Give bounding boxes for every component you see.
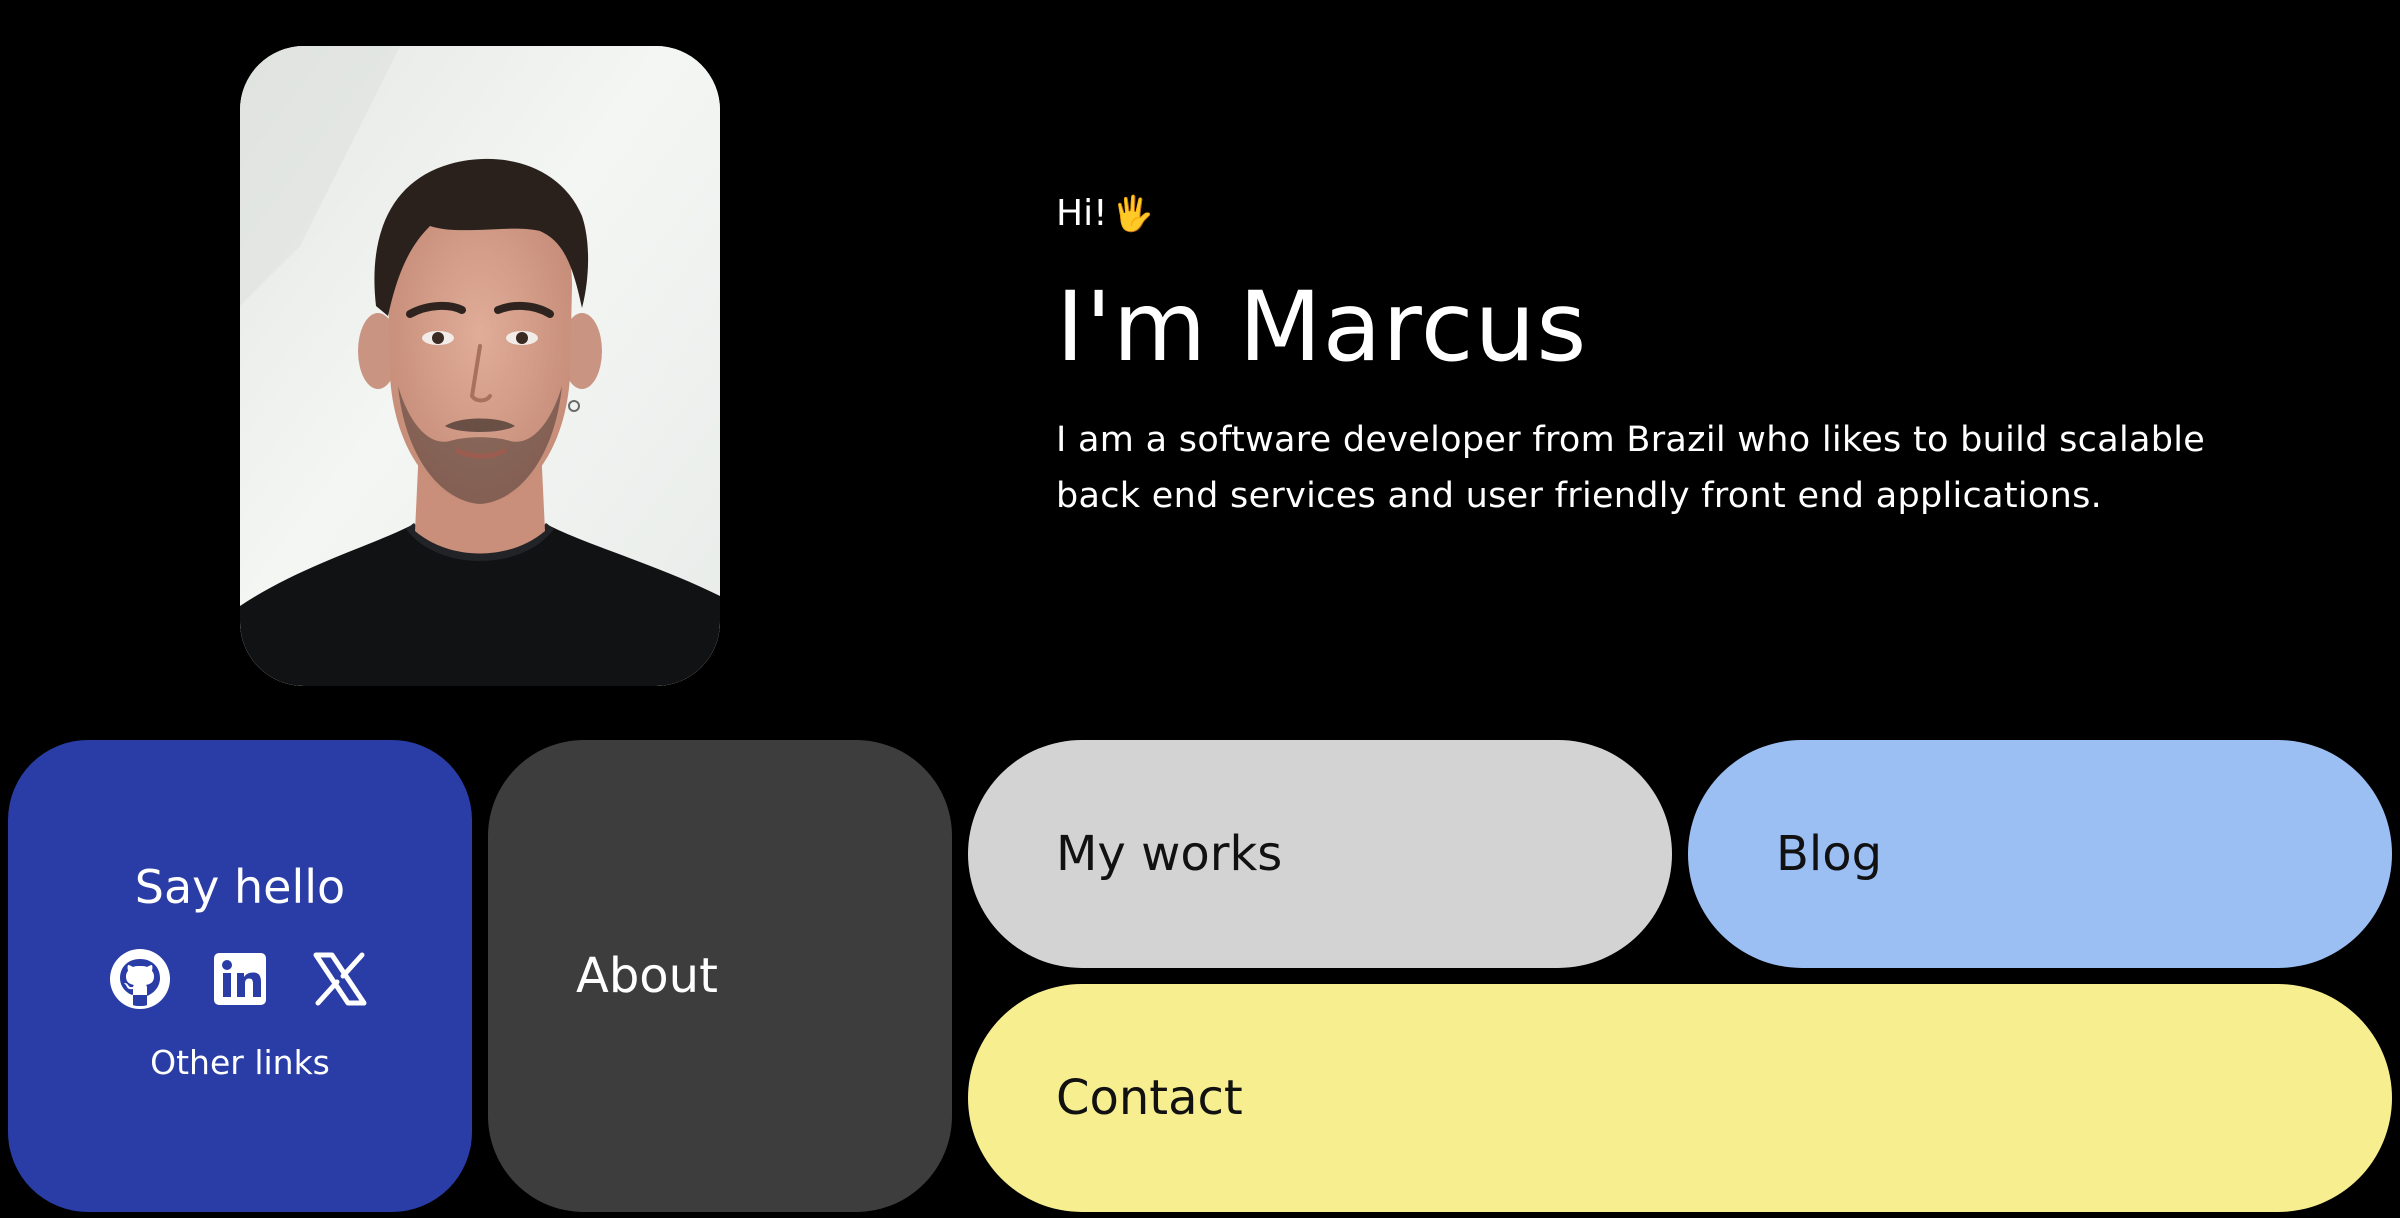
social-links — [108, 947, 372, 1011]
x-icon[interactable] — [308, 947, 372, 1011]
home-page: Hi! 🖐 I'm Marcus I am a software develop… — [0, 0, 2400, 1218]
say-hello-title: Say hello — [134, 860, 346, 914]
hero-name-heading: I'm Marcus — [1056, 271, 1588, 383]
blog-card[interactable]: Blog — [1688, 740, 2392, 968]
portrait-photo — [240, 46, 720, 686]
person-illustration — [240, 46, 720, 686]
about-card[interactable]: About — [488, 740, 952, 1212]
my-works-card[interactable]: My works — [968, 740, 1672, 968]
wave-hand-icon: 🖐 — [1111, 194, 1154, 234]
greeting: Hi! 🖐 — [1056, 190, 2296, 238]
about-label: About — [576, 948, 718, 1004]
contact-card[interactable]: Contact — [968, 984, 2392, 1212]
my-works-label: My works — [1056, 826, 1283, 882]
linkedin-icon[interactable] — [208, 947, 272, 1011]
other-links-link[interactable]: Other links — [150, 1041, 330, 1085]
greeting-text: Hi! — [1056, 193, 1108, 234]
say-hello-card: Say hello Other links — [8, 740, 472, 1212]
blog-label: Blog — [1776, 826, 1883, 882]
hero-section: Hi! 🖐 I'm Marcus I am a software develop… — [1056, 190, 2296, 524]
hero-intro-text: I am a software developer from Brazil wh… — [1056, 420, 2206, 516]
contact-label: Contact — [1056, 1070, 1243, 1126]
github-icon[interactable] — [108, 947, 172, 1011]
